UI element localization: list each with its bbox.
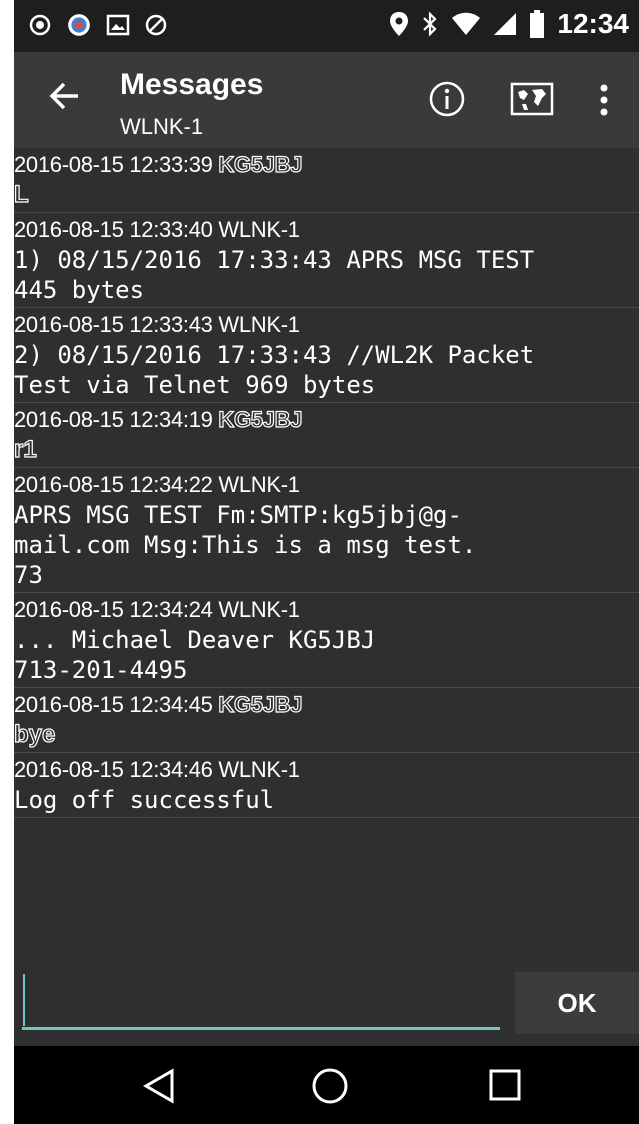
message-body: 1) 08/15/2016 17:33:43 APRS MSG TEST 445…	[14, 246, 535, 304]
message-header: 2016-08-15 12:34:24 WLNK-1	[14, 595, 639, 625]
message-timestamp: 2016-08-15 12:33:43	[14, 312, 213, 337]
bluetooth-icon	[421, 11, 439, 37]
system-nav-bar	[14, 1046, 639, 1124]
message-body: 2) 08/15/2016 17:33:43 //WL2K Packet Tes…	[14, 341, 535, 399]
status-bar-notifications	[28, 12, 168, 38]
message-body: Log off successful	[14, 786, 275, 814]
phone-screen: 12:34 Messages WLNK-1 2016-08-15 12:33:3…	[14, 0, 639, 1124]
nav-home-button[interactable]	[310, 1066, 350, 1106]
message-item[interactable]: 2016-08-15 12:34:24 WLNK-1... Michael De…	[14, 593, 639, 688]
message-item[interactable]: 2016-08-15 12:34:46 WLNK-1 Log off succes…	[14, 753, 639, 818]
message-sender: WLNK-1	[218, 597, 300, 622]
back-arrow-icon	[49, 82, 78, 110]
message-timestamp: 2016-08-15 12:34:46	[14, 757, 213, 782]
message-timestamp: 2016-08-15 12:34:45	[14, 692, 213, 717]
ok-button[interactable]: OK	[515, 972, 639, 1034]
back-button[interactable]	[44, 74, 88, 118]
page-subtitle: WLNK-1	[120, 114, 204, 139]
map-button[interactable]	[508, 80, 556, 120]
message-item[interactable]: 2016-08-15 12:34:45 KG5JBJ bye	[14, 688, 639, 753]
message-input[interactable]	[22, 972, 500, 1030]
message-sender: WLNK-1	[218, 312, 300, 337]
location-icon	[389, 11, 409, 37]
nav-recent-apps-button[interactable]	[488, 1068, 522, 1102]
message-timestamp: 2016-08-15 12:34:22	[14, 472, 213, 497]
message-body: L	[14, 180, 29, 208]
message-item[interactable]: 2016-08-15 12:33:40 WLNK-1 1) 08/15/2016 …	[14, 213, 639, 308]
message-timestamp: 2016-08-15 12:33:39	[14, 152, 213, 177]
message-body: ... Michael Deaver KG5JBJ 713-201-4495	[14, 626, 376, 684]
compose-bar: OK	[14, 958, 639, 1046]
message-header: 2016-08-15 12:34:46 WLNK-1	[14, 755, 639, 785]
shield-icon	[144, 13, 168, 37]
message-sender: KG5JBJ	[218, 406, 303, 432]
nav-back-button[interactable]	[142, 1068, 178, 1104]
message-sender: WLNK-1	[218, 217, 300, 242]
nav-recent-apps-icon	[489, 1069, 521, 1101]
more-options-button[interactable]	[592, 80, 616, 120]
message-header: 2016-08-15 12:34:19 KG5JBJ	[14, 405, 639, 435]
message-header: 2016-08-15 12:34:22 WLNK-1	[14, 470, 639, 500]
message-list[interactable]: 2016-08-15 12:33:39 KG5JBJ L 2016-08-15 12…	[14, 148, 639, 958]
message-body: r1	[14, 435, 37, 463]
message-item[interactable]: 2016-08-15 12:34:22 WLNK-1 APRS MSG TEST …	[14, 468, 639, 593]
message-sender: WLNK-1	[218, 757, 300, 782]
message-header: 2016-08-15 12:33:40 WLNK-1	[14, 215, 639, 245]
map-icon	[510, 82, 554, 116]
nav-back-icon	[142, 1068, 174, 1104]
message-sender: KG5JBJ	[218, 151, 303, 177]
message-item[interactable]: 2016-08-15 12:34:19 KG5JBJ r1	[14, 403, 639, 468]
status-time: 12:34	[557, 8, 629, 39]
image-icon	[106, 13, 130, 37]
message-item[interactable]: 2016-08-15 12:33:43 WLNK-1 2) 08/15/2016 …	[14, 308, 639, 403]
message-timestamp: 2016-08-15 12:34:24	[14, 597, 213, 622]
nav-home-icon	[312, 1068, 348, 1104]
wifi-icon	[451, 12, 481, 36]
page-title: Messages	[120, 68, 264, 101]
app-notification-icon	[28, 13, 52, 37]
text-cursor	[23, 974, 25, 1026]
battery-icon	[529, 10, 545, 38]
message-header: 2016-08-15 12:33:43 WLNK-1	[14, 310, 639, 340]
message-timestamp: 2016-08-15 12:33:40	[14, 217, 213, 242]
info-button[interactable]	[428, 80, 466, 118]
message-body: APRS MSG TEST Fm:SMTP:kg5jbj@g- mail.com…	[14, 501, 477, 589]
app-toolbar: Messages WLNK-1	[14, 52, 639, 148]
more-vert-icon	[600, 84, 608, 116]
message-body: bye	[14, 720, 56, 748]
message-header: 2016-08-15 12:34:45 KG5JBJ	[14, 690, 639, 720]
message-sender: KG5JBJ	[218, 691, 303, 717]
info-icon	[429, 81, 465, 117]
message-header: 2016-08-15 12:33:39 KG5JBJ	[14, 150, 639, 180]
status-bar-system: 12:34	[389, 8, 629, 40]
status-bar: 12:34	[14, 0, 639, 52]
signal-icon	[493, 12, 517, 36]
message-timestamp: 2016-08-15 12:34:19	[14, 407, 213, 432]
app-notification-icon-2	[66, 12, 92, 38]
message-item[interactable]: 2016-08-15 12:33:39 KG5JBJ L	[14, 148, 639, 213]
message-sender: WLNK-1	[218, 472, 300, 497]
